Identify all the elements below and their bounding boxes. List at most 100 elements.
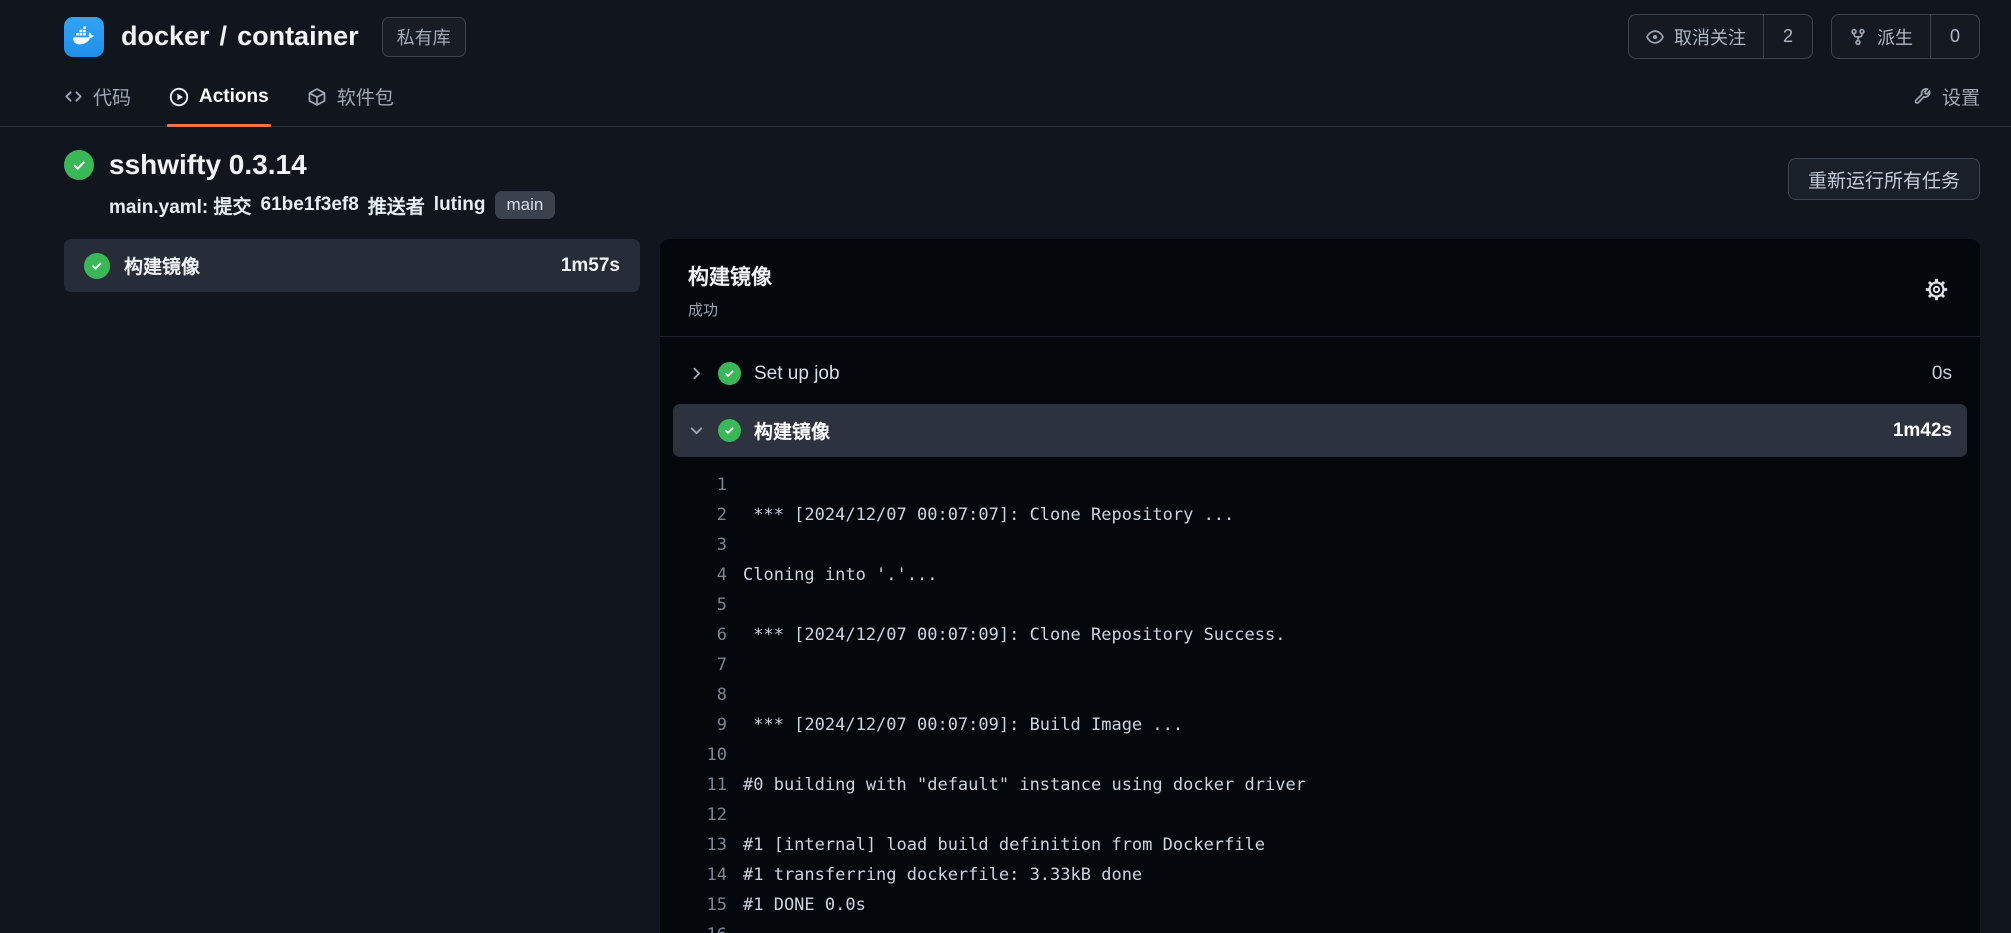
log-line-number[interactable]: 3 xyxy=(673,530,743,560)
job-detail-title: 构建镜像 xyxy=(688,261,772,291)
watch-button-group: 取消关注 2 xyxy=(1628,14,1813,59)
unwatch-label: 取消关注 xyxy=(1674,24,1746,50)
repo-owner-link[interactable]: docker xyxy=(121,21,210,52)
log-line: 2 *** [2024/12/07 00:07:07]: Clone Repos… xyxy=(673,500,1967,530)
fork-count[interactable]: 0 xyxy=(1930,15,1979,58)
tab-code[interactable]: 代码 xyxy=(64,67,131,126)
tab-settings[interactable]: 设置 xyxy=(1913,67,1980,126)
tab-actions[interactable]: Actions xyxy=(169,67,269,126)
step-name: Set up job xyxy=(754,363,840,385)
job-list-item[interactable]: 构建镜像 1m57s xyxy=(64,239,640,292)
repo-title: docker / container xyxy=(121,21,359,52)
commit-sha-link[interactable]: 61be1f3ef8 xyxy=(261,194,359,216)
step-success-icon xyxy=(718,362,741,385)
log-line-text: #1 DONE 0.0s xyxy=(743,890,866,920)
run-title: sshwifty 0.3.14 xyxy=(109,149,307,181)
log-line: 6 *** [2024/12/07 00:07:09]: Clone Repos… xyxy=(673,620,1967,650)
log-line-text: *** [2024/12/07 00:07:07]: Clone Reposit… xyxy=(743,500,1234,530)
tab-settings-label: 设置 xyxy=(1942,83,1980,110)
chevron-down-icon xyxy=(688,422,705,439)
log-line: 3 xyxy=(673,530,1967,560)
job-detail-header: 构建镜像 成功 xyxy=(660,239,1980,337)
pusher-label: 推送者 xyxy=(368,192,425,219)
log-line-number[interactable]: 1 xyxy=(673,470,743,500)
log-line-number[interactable]: 9 xyxy=(673,710,743,740)
step-list: Set up job 0s 构建镜像 1m42s 12 *** [2024/12… xyxy=(660,337,1980,933)
step-duration: 0s xyxy=(1932,363,1952,385)
log-line-number[interactable]: 8 xyxy=(673,680,743,710)
log-line-number[interactable]: 2 xyxy=(673,500,743,530)
step-duration: 1m42s xyxy=(1893,420,1952,442)
log-line-number[interactable]: 12 xyxy=(673,800,743,830)
watch-count[interactable]: 2 xyxy=(1763,15,1812,58)
log-line-number[interactable]: 10 xyxy=(673,740,743,770)
repo-tabbar: 代码 Actions 软件包 设置 xyxy=(0,67,2011,127)
step-row-setup-job[interactable]: Set up job 0s xyxy=(673,347,1967,400)
log-line-text: *** [2024/12/07 00:07:09]: Clone Reposit… xyxy=(743,620,1285,650)
fork-label: 派生 xyxy=(1877,24,1913,50)
log-line-number[interactable]: 6 xyxy=(673,620,743,650)
repo-actions: 取消关注 2 派生 0 xyxy=(1628,14,1980,59)
play-circle-icon xyxy=(169,87,189,107)
log-line: 5 xyxy=(673,590,1967,620)
log-line: 8 xyxy=(673,680,1967,710)
log-line-text: #1 transferring dockerfile: 3.33kB done xyxy=(743,860,1142,890)
repo-header: docker / container 私有库 取消关注 2 xyxy=(0,0,2011,65)
log-line: 4Cloning into '.'... xyxy=(673,560,1967,590)
tab-actions-label: Actions xyxy=(199,86,269,108)
log-line: 14#1 transferring dockerfile: 3.33kB don… xyxy=(673,860,1967,890)
step-row-build-image[interactable]: 构建镜像 1m42s xyxy=(673,404,1967,457)
log-line-number[interactable]: 15 xyxy=(673,890,743,920)
tabbar-spacer xyxy=(432,67,1875,126)
log-line-number[interactable]: 7 xyxy=(673,650,743,680)
code-icon xyxy=(64,87,83,106)
log-line: 7 xyxy=(673,650,1967,680)
step-name: 构建镜像 xyxy=(754,417,830,444)
tab-packages[interactable]: 软件包 xyxy=(307,67,394,126)
log-line: 1 xyxy=(673,470,1967,500)
fork-button-group: 派生 0 xyxy=(1831,14,1980,59)
repo-name-link[interactable]: container xyxy=(237,21,359,52)
package-icon xyxy=(307,87,327,107)
tab-packages-label: 软件包 xyxy=(337,83,394,110)
wrench-icon xyxy=(1913,87,1932,106)
job-success-icon xyxy=(84,253,110,279)
docker-whale-icon[interactable] xyxy=(64,17,104,57)
log-line-number[interactable]: 16 xyxy=(673,920,743,933)
repo-title-separator: / xyxy=(220,21,228,52)
run-success-icon xyxy=(64,150,94,180)
log-line: 10 xyxy=(673,740,1967,770)
log-line-text: *** [2024/12/07 00:07:09]: Build Image .… xyxy=(743,710,1183,740)
pusher-name-link[interactable]: luting xyxy=(434,194,486,216)
eye-icon xyxy=(1646,28,1664,46)
log-line-number[interactable]: 4 xyxy=(673,560,743,590)
job-status-text: 成功 xyxy=(688,299,772,320)
run-header: sshwifty 0.3.14 main.yaml: 提交 61be1f3ef8… xyxy=(0,127,2011,219)
tab-code-label: 代码 xyxy=(93,83,131,110)
log-line: 15#1 DONE 0.0s xyxy=(673,890,1967,920)
rerun-all-jobs-button[interactable]: 重新运行所有任务 xyxy=(1788,158,1980,200)
log-lines: 12 *** [2024/12/07 00:07:07]: Clone Repo… xyxy=(673,461,1967,933)
log-line-number[interactable]: 5 xyxy=(673,590,743,620)
log-line: 9 *** [2024/12/07 00:07:09]: Build Image… xyxy=(673,710,1967,740)
log-line: 12 xyxy=(673,800,1967,830)
log-line-number[interactable]: 11 xyxy=(673,770,743,800)
log-line: 13#1 [internal] load build definition fr… xyxy=(673,830,1967,860)
log-line: 11#0 building with "default" instance us… xyxy=(673,770,1967,800)
log-line-number[interactable]: 13 xyxy=(673,830,743,860)
log-line-text: #1 [internal] load build definition from… xyxy=(743,830,1265,860)
job-name: 构建镜像 xyxy=(124,252,200,279)
log-line-text: Cloning into '.'... xyxy=(743,560,937,590)
step-success-icon xyxy=(718,419,741,442)
unwatch-button[interactable]: 取消关注 xyxy=(1629,15,1763,58)
private-repo-badge: 私有库 xyxy=(382,17,466,57)
job-detail-panel: 构建镜像 成功 xyxy=(660,239,1980,933)
fork-button[interactable]: 派生 xyxy=(1832,15,1930,58)
chevron-right-icon xyxy=(688,365,705,382)
run-commit-line: main.yaml: 提交 61be1f3ef8 推送者 luting main xyxy=(109,191,555,219)
fork-icon xyxy=(1849,28,1867,46)
gear-icon xyxy=(1923,276,1950,303)
log-settings-button[interactable] xyxy=(1921,274,1952,308)
log-line-number[interactable]: 14 xyxy=(673,860,743,890)
branch-badge[interactable]: main xyxy=(495,191,556,219)
